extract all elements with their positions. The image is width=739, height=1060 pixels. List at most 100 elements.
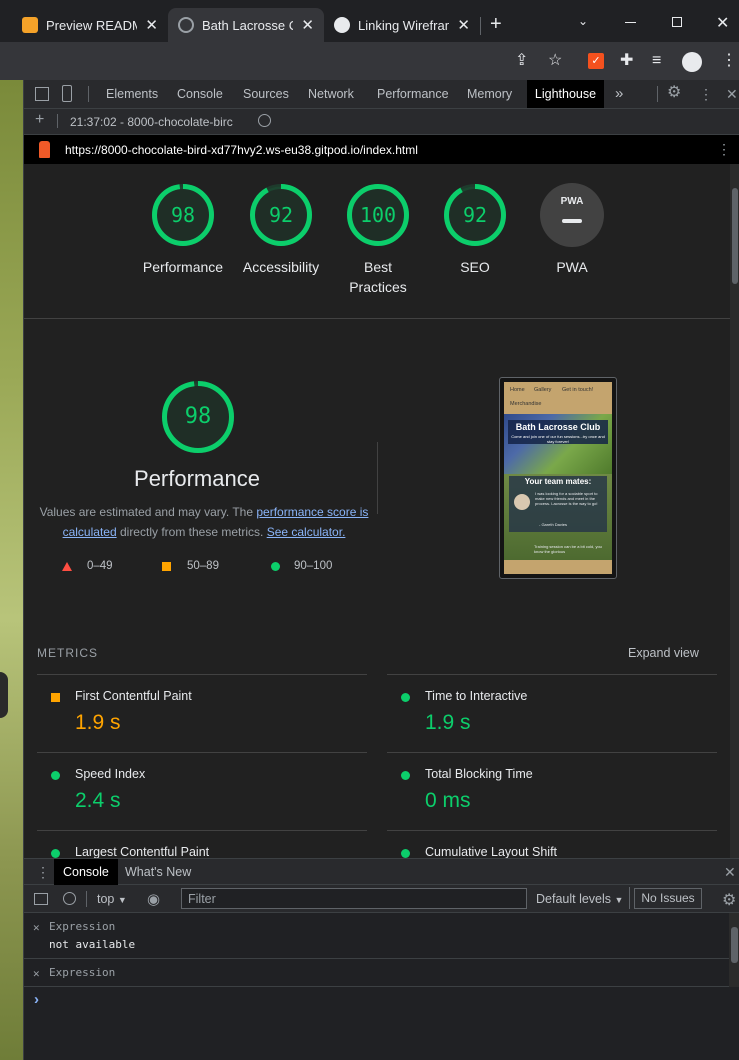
settings-gear-icon[interactable]: ⚙ — [667, 85, 681, 101]
drawer-menu-icon[interactable]: ⋮ — [36, 864, 50, 881]
bookmark-star-icon[interactable]: ☆ — [548, 52, 562, 70]
close-devtools-icon[interactable]: ✕ — [726, 87, 738, 101]
metric-name: Largest Contentful Paint — [75, 845, 210, 858]
metric-value: 0 ms — [425, 789, 471, 812]
report-scrollbar[interactable] — [730, 164, 739, 858]
section-divider — [24, 318, 730, 319]
legend-average-icon — [162, 562, 171, 571]
gauge-pwa[interactable]: PWA — [540, 183, 604, 247]
expression-label[interactable]: Expression — [49, 966, 115, 979]
more-tabs-button[interactable]: » — [608, 80, 630, 108]
gitpod-favicon-icon — [22, 17, 38, 33]
clear-report-icon[interactable] — [258, 114, 271, 127]
legend-pass-range: 90–100 — [294, 560, 333, 572]
remove-expression-icon[interactable]: ✕ — [33, 921, 40, 934]
lighthouse-logo-icon — [39, 141, 50, 158]
browser-menu-icon[interactable]: ⋮ — [721, 52, 737, 70]
label-best-practices-line1: Best — [363, 259, 392, 275]
show-sidebar-icon[interactable] — [34, 893, 48, 905]
gauge-accessibility[interactable]: 92 — [249, 183, 313, 247]
score-performance-large: 98 — [184, 404, 212, 429]
final-screenshot[interactable]: Home Gallery Get in touch! Merchandise B… — [499, 377, 617, 579]
screenshot-subtitle: Come and join one of our fun sessions...… — [511, 434, 605, 444]
devtools-panel: Elements Console Sources Network Perform… — [23, 80, 739, 1060]
tab-console[interactable]: Console — [170, 80, 230, 108]
tab-memory[interactable]: Memory — [460, 80, 519, 108]
tab-performance[interactable]: Performance — [370, 80, 456, 108]
inspect-element-icon[interactable] — [35, 87, 49, 101]
console-settings-gear-icon[interactable]: ⚙ — [722, 890, 736, 910]
filter-input[interactable]: Filter — [181, 888, 527, 909]
see-calculator-link[interactable]: See calculator. — [267, 525, 346, 539]
new-report-plus-icon[interactable]: + — [35, 112, 44, 128]
log-levels-dropdown[interactable]: Default levels ▼ — [536, 892, 623, 906]
divider — [57, 114, 58, 128]
close-tab-icon[interactable]: ✕ — [301, 16, 314, 34]
report-menu-icon[interactable]: ⋮ — [717, 141, 731, 158]
score-best-practices: 100 — [359, 203, 397, 227]
extensions-puzzle-icon[interactable]: ✚ — [620, 52, 633, 70]
browser-tab-linking-wireframes[interactable]: Linking Wirefram ✕ — [324, 8, 480, 42]
profile-avatar[interactable] — [682, 52, 702, 72]
tab-search-chevron-icon[interactable]: ⌄ — [578, 14, 588, 28]
reading-list-icon[interactable]: ≡ — [652, 52, 661, 70]
divider — [88, 86, 89, 102]
gauge-best-practices[interactable]: 100 — [346, 183, 410, 247]
gauge-performance[interactable]: 98 — [151, 183, 215, 247]
gauge-seo[interactable]: 92 — [443, 183, 507, 247]
expressions-scrollbar-thumb[interactable] — [731, 927, 738, 963]
screenshot-nav-link: Merchandise — [510, 401, 542, 407]
tab-sources[interactable]: Sources — [236, 80, 296, 108]
expression-label[interactable]: Expression — [49, 920, 115, 933]
expressions-scrollbar[interactable] — [729, 913, 739, 987]
tab-elements[interactable]: Elements — [99, 80, 165, 108]
label-pwa: PWA — [556, 259, 588, 275]
report-url[interactable]: https://8000-chocolate-bird-xd77hvy2.ws-… — [65, 143, 418, 157]
share-icon[interactable]: ⇪ — [515, 52, 528, 70]
minimize-button[interactable] — [625, 22, 636, 23]
page-carousel-control[interactable] — [0, 672, 8, 718]
console-prompt[interactable]: › — [34, 991, 39, 1008]
report-scrollbar-thumb[interactable] — [732, 188, 738, 284]
close-drawer-icon[interactable]: ✕ — [724, 864, 736, 881]
label-seo: SEO — [460, 259, 490, 275]
context-selector[interactable]: top ▼ — [97, 892, 127, 906]
close-tab-icon[interactable]: ✕ — [457, 16, 470, 34]
console-toolbar: top ▼ ◉ Filter Default levels ▼ No Issue… — [24, 885, 739, 913]
divider — [86, 891, 87, 907]
drawer-tab-whats-new[interactable]: What's New — [125, 859, 191, 885]
globe-icon — [178, 17, 194, 33]
tab-lighthouse[interactable]: Lighthouse — [527, 80, 604, 108]
issues-button[interactable]: No Issues — [634, 888, 702, 909]
browser-tab-bath-lacrosse[interactable]: Bath Lacrosse Clu ✕ — [168, 8, 324, 42]
clear-console-icon[interactable] — [63, 892, 76, 905]
screenshot-nav-link: Home — [510, 387, 525, 393]
drawer-tabbar: ⋮ Console What's New ✕ — [24, 859, 739, 885]
restore-button[interactable] — [672, 17, 682, 27]
remove-expression-icon[interactable]: ✕ — [33, 967, 40, 980]
report-selector[interactable]: 21:37:02 - 8000-chocolate-birc — [70, 115, 233, 129]
dropdown-arrow-icon: ▼ — [614, 895, 624, 905]
screenshot-quote: I was looking for a sociable sport to ma… — [535, 491, 598, 506]
browser-tab-preview-readme[interactable]: Preview README. ✕ — [12, 8, 168, 42]
tab-separator — [480, 17, 481, 35]
devtools-menu-icon[interactable]: ⋮ — [699, 87, 713, 101]
legend-fail-range: 0–49 — [87, 560, 113, 572]
live-expression: ✕ Expression — [24, 959, 729, 987]
new-tab-button[interactable]: + — [490, 14, 502, 34]
live-expression-eye-icon[interactable]: ◉ — [147, 890, 160, 908]
smiley-icon — [334, 17, 350, 33]
expand-view-toggle[interactable]: Expand view — [628, 646, 699, 660]
device-toolbar-icon[interactable] — [62, 85, 72, 102]
extension-check-icon[interactable]: ✓ — [588, 53, 604, 69]
label-accessibility: Accessibility — [242, 259, 320, 275]
drawer-tab-console[interactable]: Console — [54, 859, 118, 885]
tab-network[interactable]: Network — [301, 80, 361, 108]
metrics-heading: METRICS — [37, 646, 98, 660]
pass-circle-icon — [401, 771, 410, 780]
close-tab-icon[interactable]: ✕ — [145, 16, 158, 34]
metric-speed-index: Speed Index 2.4 s — [37, 752, 367, 830]
close-window-button[interactable]: ✕ — [716, 13, 729, 33]
screenshot-title: Bath Lacrosse Club — [515, 422, 601, 432]
divider — [629, 887, 630, 909]
